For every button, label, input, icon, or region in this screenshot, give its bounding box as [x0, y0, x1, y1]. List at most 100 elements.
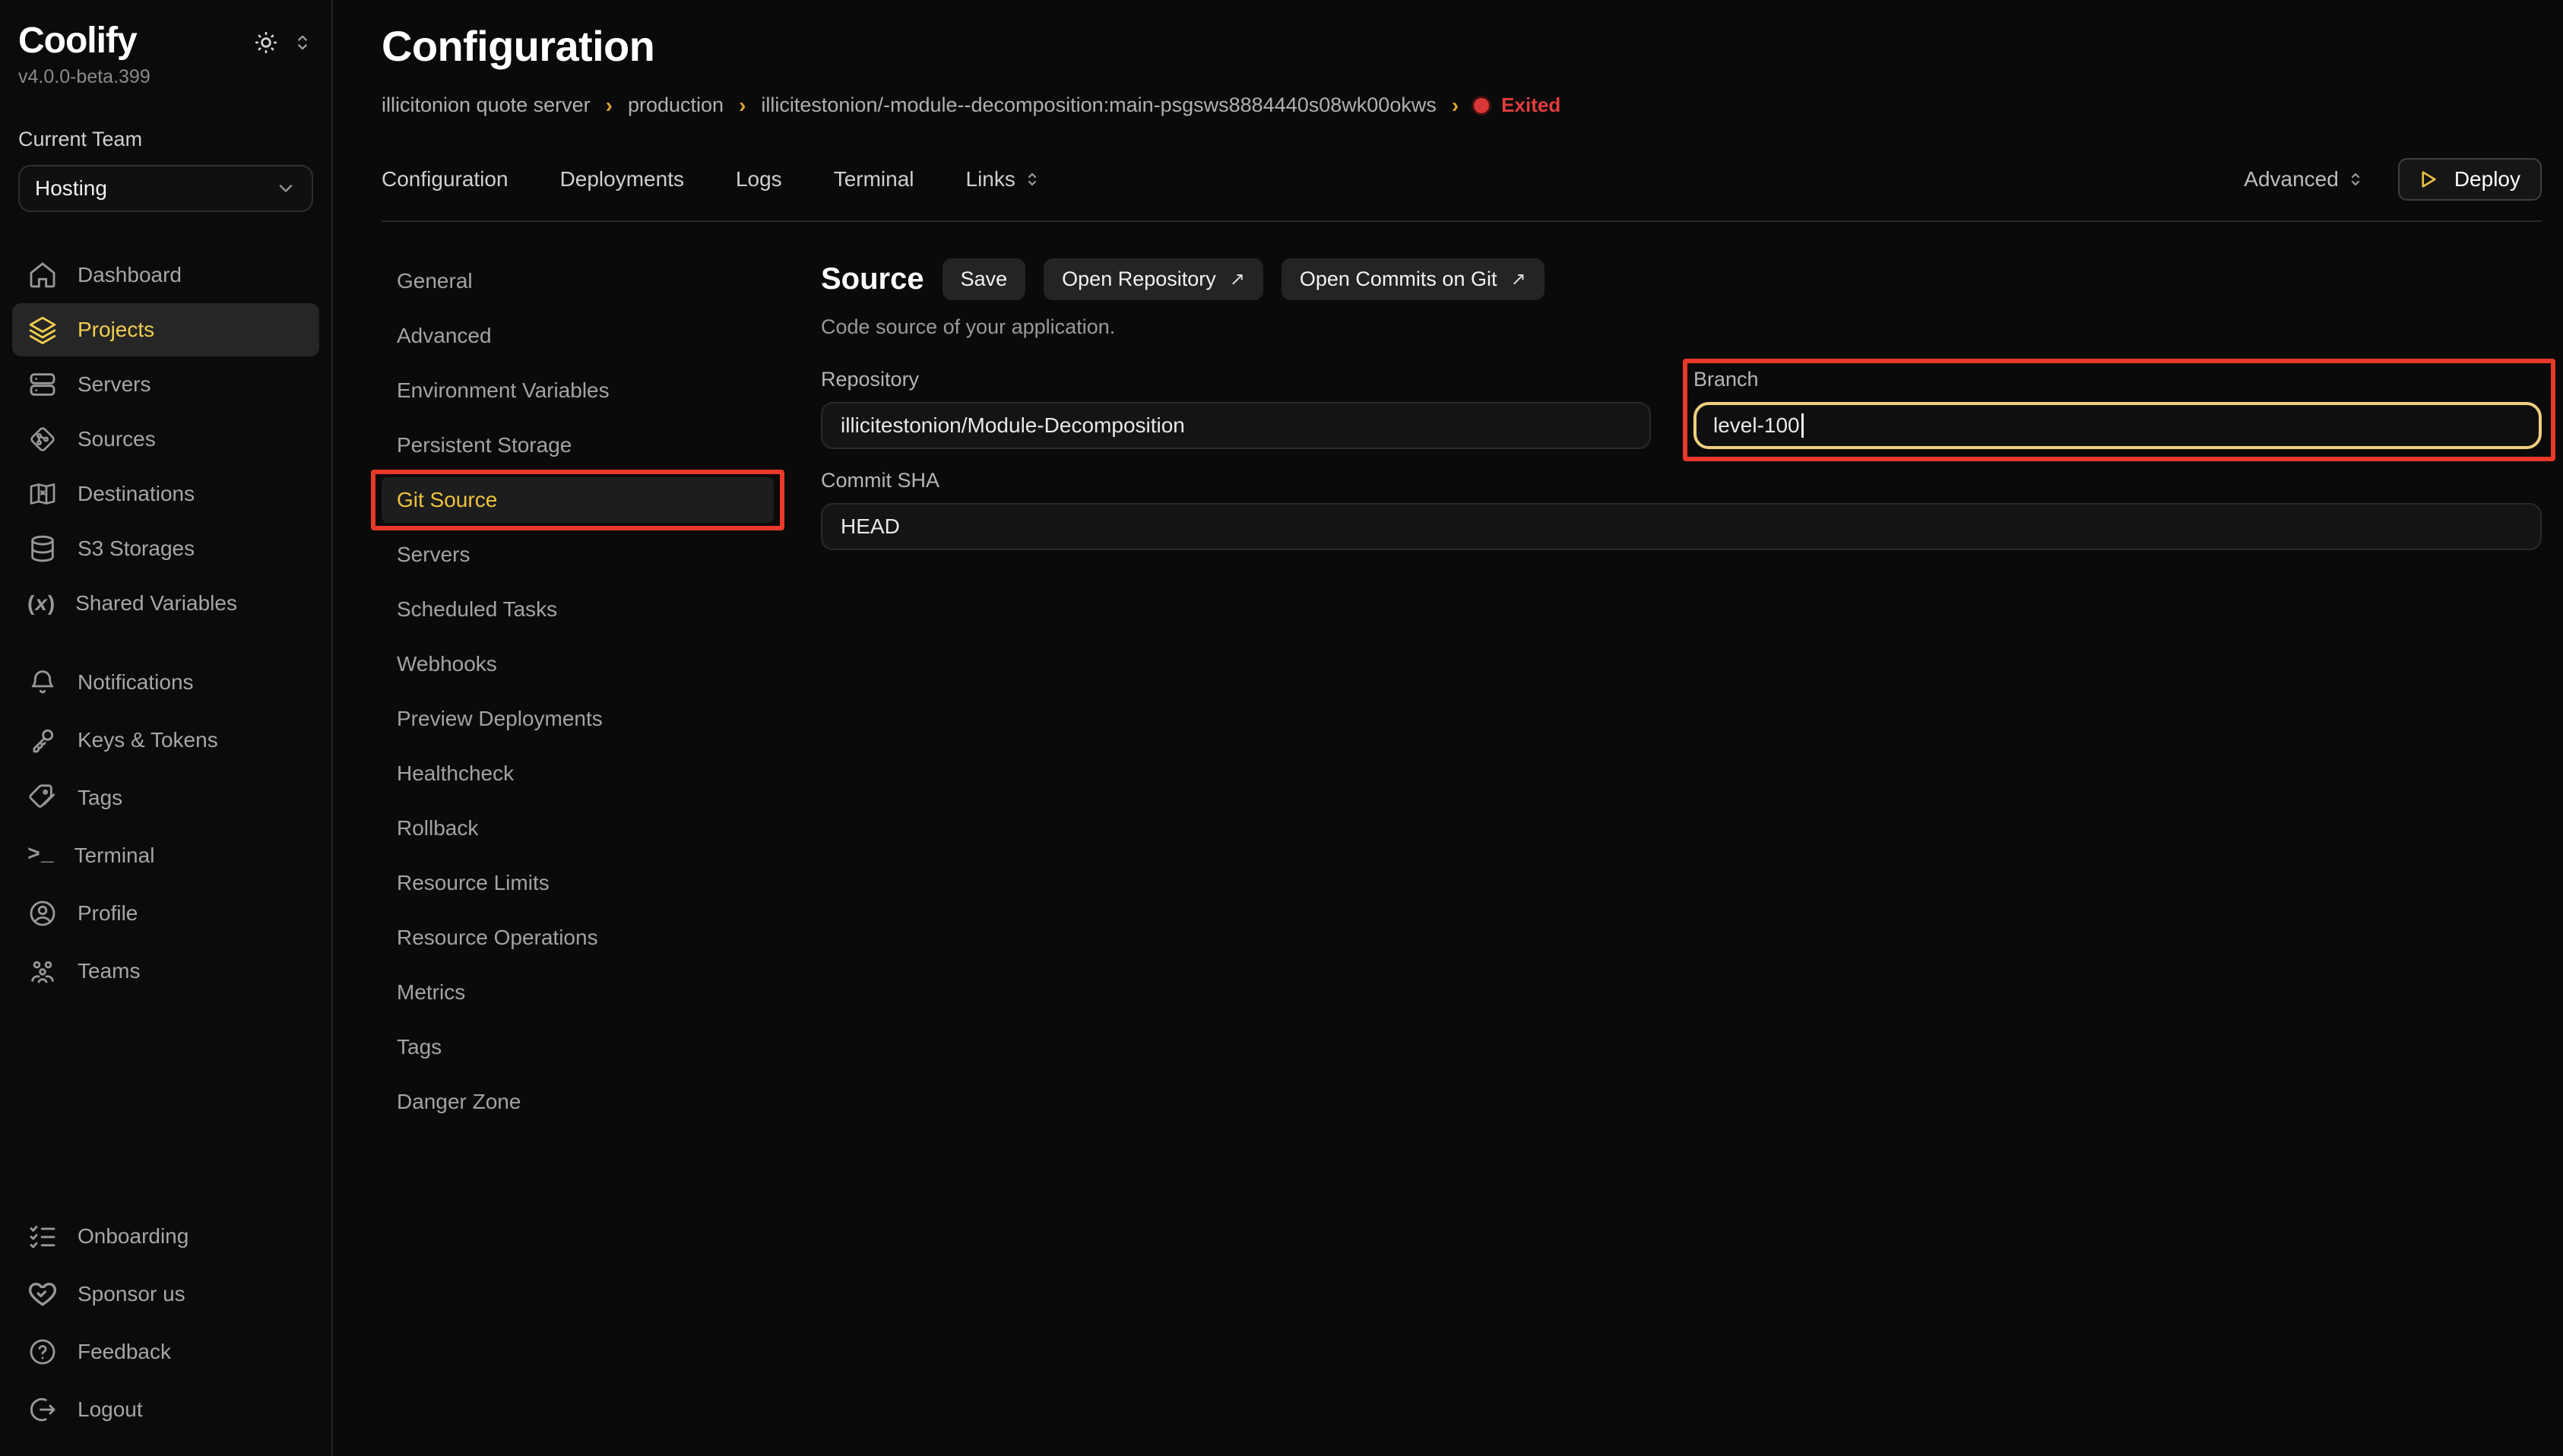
checklist-icon — [27, 1221, 58, 1252]
subnav-item-danger-zone[interactable]: Danger Zone — [382, 1079, 774, 1125]
theme-toggle-sun-icon[interactable] — [252, 29, 280, 56]
sidebar-item-sponsor[interactable]: Sponsor us — [12, 1268, 319, 1321]
tab-logs[interactable]: Logs — [736, 167, 782, 191]
sidebar-item-onboarding[interactable]: Onboarding — [12, 1210, 319, 1263]
chevrons-up-down-icon — [2346, 169, 2365, 190]
tab-terminal[interactable]: Terminal — [834, 167, 914, 191]
main-content: Configuration illicitonion quote server … — [333, 0, 2563, 1456]
external-link-icon: ↗ — [1230, 268, 1245, 290]
sidebar-item-tags[interactable]: Tags — [12, 771, 319, 825]
subnav-item-webhooks[interactable]: Webhooks — [382, 641, 774, 687]
tab-bar-right-tools: Advanced Deploy — [2244, 158, 2542, 201]
brand-chevrons-icon[interactable] — [292, 30, 313, 55]
sidebar-item-s3-storages[interactable]: S3 Storages — [12, 522, 319, 575]
page-title: Configuration — [382, 21, 2542, 71]
subnav-item-resource-operations[interactable]: Resource Operations — [382, 915, 774, 961]
sidebar-item-teams[interactable]: Teams — [12, 945, 319, 998]
subnav-item-general[interactable]: General — [382, 258, 774, 304]
subnav-item-healthcheck[interactable]: Healthcheck — [382, 751, 774, 796]
repository-input[interactable]: illicitestonion/Module-Decomposition — [821, 402, 1651, 449]
breadcrumb-application[interactable]: illicitestonion/-module--decomposition:m… — [761, 93, 1436, 117]
chevron-right-icon: › — [1452, 95, 1459, 116]
layers-icon — [27, 315, 58, 345]
tab-bar: Configuration Deployments Logs Terminal … — [382, 158, 2542, 201]
app-logo: Coolify — [18, 21, 137, 62]
sidebar-item-logout[interactable]: Logout — [12, 1383, 319, 1436]
chevron-right-icon: › — [739, 95, 746, 116]
sidebar-item-label: Keys & Tokens — [78, 728, 218, 752]
subnav-item-servers[interactable]: Servers — [382, 532, 774, 578]
tab-deployments[interactable]: Deployments — [560, 167, 684, 191]
open-repository-label: Open Repository — [1062, 267, 1216, 291]
sidebar-item-label: Notifications — [78, 670, 194, 695]
open-repository-button[interactable]: Open Repository ↗ — [1044, 258, 1263, 300]
source-section-title: Source — [821, 262, 924, 296]
sidebar-item-label: Sources — [78, 427, 156, 451]
sidebar-item-notifications[interactable]: Notifications — [12, 656, 319, 709]
subnav-item-preview-deployments[interactable]: Preview Deployments — [382, 696, 774, 742]
subnav-item-metrics[interactable]: Metrics — [382, 970, 774, 1015]
external-link-icon: ↗ — [1510, 268, 1525, 290]
variables-icon: (x) — [27, 591, 55, 616]
branch-field-group: Branch level-100 — [1693, 368, 2542, 449]
sidebar-item-destinations[interactable]: Destinations — [12, 467, 319, 521]
terminal-icon: >_ — [27, 844, 55, 867]
sidebar-item-profile[interactable]: Profile — [12, 887, 319, 940]
chevrons-up-down-icon — [1023, 169, 1041, 190]
sidebar-item-label: S3 Storages — [78, 537, 195, 561]
sidebar-item-dashboard[interactable]: Dashboard — [12, 248, 319, 302]
sidebar: Coolify v4.0.0-beta.399 Current Team Hos… — [0, 0, 333, 1456]
heart-icon — [27, 1279, 58, 1309]
subnav-item-scheduled-tasks[interactable]: Scheduled Tasks — [382, 587, 774, 632]
tab-configuration[interactable]: Configuration — [382, 167, 508, 191]
database-icon — [27, 533, 58, 564]
commit-sha-input[interactable]: HEAD — [821, 503, 2542, 550]
subnav-item-resource-limits[interactable]: Resource Limits — [382, 860, 774, 906]
current-team-label: Current Team — [18, 128, 313, 151]
status-label: Exited — [1501, 93, 1560, 117]
source-section-description: Code source of your application. — [821, 315, 2542, 339]
advanced-toggle[interactable]: Advanced — [2244, 167, 2365, 191]
repository-label: Repository — [821, 368, 1651, 391]
breadcrumb-project[interactable]: illicitonion quote server — [382, 93, 591, 117]
map-icon — [27, 479, 58, 509]
tab-links[interactable]: Links — [966, 167, 1041, 191]
open-commits-label: Open Commits on Git — [1300, 267, 1497, 291]
breadcrumb-environment[interactable]: production — [628, 93, 724, 117]
server-icon — [27, 369, 58, 400]
sidebar-footer: Onboarding Sponsor us Feedback Logout — [18, 1210, 313, 1441]
subnav-item-tags[interactable]: Tags — [382, 1024, 774, 1070]
subnav-item-rollback[interactable]: Rollback — [382, 806, 774, 851]
open-commits-button[interactable]: Open Commits on Git ↗ — [1282, 258, 1544, 300]
sidebar-item-keys-tokens[interactable]: Keys & Tokens — [12, 714, 319, 767]
branch-input[interactable]: level-100 — [1693, 402, 2542, 449]
sidebar-item-label: Onboarding — [78, 1224, 189, 1249]
app-version: v4.0.0-beta.399 — [18, 66, 313, 88]
team-select[interactable]: Hosting — [18, 165, 313, 212]
sidebar-item-terminal[interactable]: >_ Terminal — [12, 829, 319, 882]
deploy-button[interactable]: Deploy — [2398, 158, 2542, 201]
sidebar-item-feedback[interactable]: Feedback — [12, 1325, 319, 1378]
tag-icon — [27, 783, 58, 813]
sidebar-item-label: Teams — [78, 959, 140, 983]
subnav-item-advanced[interactable]: Advanced — [382, 313, 774, 359]
sidebar-item-shared-variables[interactable]: (x) Shared Variables — [12, 577, 319, 630]
commit-sha-field-group: Commit SHA HEAD — [821, 469, 2542, 550]
sidebar-item-sources[interactable]: Sources — [12, 413, 319, 466]
commit-sha-value: HEAD — [841, 514, 900, 539]
config-subnav: General Advanced Environment Variables P… — [382, 258, 774, 1134]
key-icon — [27, 725, 58, 755]
sidebar-nav: Dashboard Projects Servers Sources Desti… — [18, 248, 313, 1002]
home-icon — [27, 260, 58, 290]
sidebar-item-servers[interactable]: Servers — [12, 358, 319, 411]
play-icon — [2416, 168, 2439, 191]
text-caret — [1801, 413, 1804, 438]
brand-row: Coolify — [18, 21, 313, 62]
save-button[interactable]: Save — [943, 258, 1026, 300]
subnav-item-git-source[interactable]: Git Source — [382, 477, 774, 523]
subnav-item-environment-variables[interactable]: Environment Variables — [382, 368, 774, 413]
subnav-item-persistent-storage[interactable]: Persistent Storage — [382, 423, 774, 468]
source-section-head: Source Save Open Repository ↗ Open Commi… — [821, 258, 2542, 300]
sidebar-item-projects[interactable]: Projects — [12, 303, 319, 356]
sidebar-nav-group-2: Notifications Keys & Tokens Tags >_ Term… — [18, 656, 313, 998]
